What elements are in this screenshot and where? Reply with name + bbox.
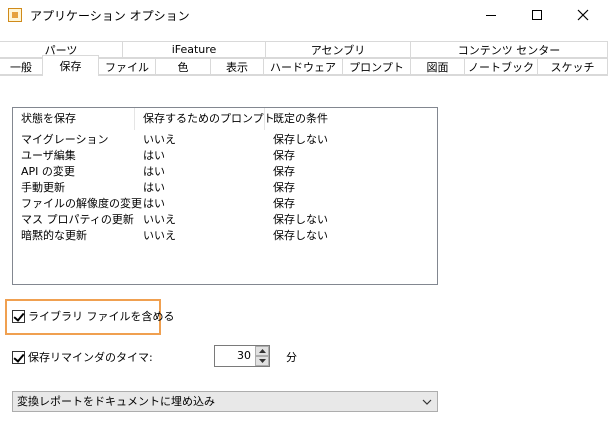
reminder-minutes-spinner[interactable]: 30 xyxy=(214,345,270,367)
cell-prompt: はい xyxy=(143,197,165,210)
cell-state: マイグレーション xyxy=(21,133,109,146)
tab-colors[interactable]: 色 xyxy=(155,58,211,75)
tab-content-center[interactable]: コンテンツ センター xyxy=(410,41,608,58)
tab-prompts[interactable]: プロンプト xyxy=(342,58,411,75)
column-header-state[interactable]: 状態を保存 xyxy=(13,108,135,130)
tab-label: ノートブック xyxy=(468,60,534,74)
minutes-unit-label: 分 xyxy=(286,351,297,364)
include-library-checkbox[interactable]: ライブラリ ファイルを含める xyxy=(12,308,175,324)
chevron-down-icon xyxy=(422,399,432,405)
tab-label: 保存 xyxy=(59,60,82,73)
include-library-label: ライブラリ ファイルを含める xyxy=(28,310,175,323)
window-title: アプリケーション オプション xyxy=(30,9,190,23)
tab-drawing[interactable]: 図面 xyxy=(410,58,465,75)
cell-state: API の変更 xyxy=(21,165,75,178)
maximize-icon xyxy=(532,10,542,20)
tab-label: 図面 xyxy=(426,60,449,74)
cell-default: 保存 xyxy=(273,181,295,194)
minimize-button[interactable] xyxy=(468,0,514,30)
tab-hardware[interactable]: ハードウェア xyxy=(263,58,343,75)
conversion-report-dropdown[interactable]: 変換レポートをドキュメントに埋め込み xyxy=(12,391,438,412)
cell-prompt: いいえ xyxy=(143,133,176,146)
checkbox-checked-icon[interactable] xyxy=(12,309,25,323)
cell-prompt: はい xyxy=(143,165,165,178)
tab-ifeature[interactable]: iFeature xyxy=(122,41,266,58)
cell-state: 暗黙的な更新 xyxy=(21,229,87,242)
spinner-up-button[interactable] xyxy=(255,346,269,356)
list-row[interactable]: API の変更 はい 保存 xyxy=(13,164,437,180)
tab-assembly[interactable]: アセンブリ xyxy=(265,41,411,58)
cell-state: 手動更新 xyxy=(21,181,65,194)
spinner-down-button[interactable] xyxy=(255,356,269,366)
dropdown-selected-value: 変換レポートをドキュメントに埋め込み xyxy=(17,395,215,408)
cell-prompt: はい xyxy=(143,181,165,194)
cell-prompt: いいえ xyxy=(143,213,176,226)
list-row[interactable]: 暗黙的な更新 いいえ 保存しない xyxy=(13,228,437,244)
close-button[interactable] xyxy=(560,0,606,30)
minimize-icon xyxy=(486,14,496,16)
cell-prompt: いいえ xyxy=(143,229,176,242)
reminder-minutes-value[interactable]: 30 xyxy=(215,346,253,366)
maximize-button[interactable] xyxy=(514,0,560,30)
list-row[interactable]: ファイルの解像度の変更 はい 保存 xyxy=(13,196,437,212)
cell-default: 保存 xyxy=(273,165,295,178)
tab-sketch[interactable]: スケッチ xyxy=(537,58,608,75)
app-icon xyxy=(8,8,22,22)
tab-label: 色 xyxy=(177,60,189,74)
title-bar: アプリケーション オプション xyxy=(0,0,608,30)
tab-label: ハードウェア xyxy=(270,60,336,74)
tab-save[interactable]: 保存 xyxy=(42,55,99,76)
tab-label: スケッチ xyxy=(550,60,595,74)
list-row[interactable]: マス プロパティの更新 いいえ 保存しない xyxy=(13,212,437,228)
cell-prompt: はい xyxy=(143,149,165,162)
tab-general[interactable]: 一般 xyxy=(0,58,43,75)
cell-default: 保存しない xyxy=(273,133,328,146)
list-header: 状態を保存 保存するためのプロンプト 既定の条件 xyxy=(13,108,437,130)
tab-label: アセンブリ xyxy=(310,43,366,57)
tab-label: プロンプト xyxy=(349,60,404,74)
tab-label: 表示 xyxy=(226,60,248,74)
tab-label: コンテンツ センター xyxy=(457,43,561,57)
tab-label: 一般 xyxy=(10,60,32,74)
cell-state: ファイルの解像度の変更 xyxy=(21,197,142,210)
cell-default: 保存 xyxy=(273,197,295,210)
save-reminder-label: 保存リマインダのタイマ: xyxy=(28,351,153,364)
cell-default: 保存 xyxy=(273,149,295,162)
cell-state: ユーザ編集 xyxy=(21,149,76,162)
checkbox-checked-icon[interactable] xyxy=(12,350,25,364)
list-row[interactable]: マイグレーション いいえ 保存しない xyxy=(13,132,437,148)
tab-file[interactable]: ファイル xyxy=(98,58,156,75)
tab-display[interactable]: 表示 xyxy=(210,58,264,75)
arrow-down-icon xyxy=(258,359,266,363)
cell-default: 保存しない xyxy=(273,229,328,242)
column-header-default[interactable]: 既定の条件 xyxy=(265,108,437,130)
tab-label: iFeature xyxy=(171,43,217,56)
save-reminder-checkbox[interactable]: 保存リマインダのタイマ: xyxy=(12,349,153,365)
cell-state: マス プロパティの更新 xyxy=(21,213,134,226)
save-state-list[interactable]: 状態を保存 保存するためのプロンプト 既定の条件 マイグレーション いいえ 保存… xyxy=(12,107,438,285)
close-icon xyxy=(577,9,589,21)
tab-notebook[interactable]: ノートブック xyxy=(464,58,538,75)
tab-label: ファイル xyxy=(105,60,149,74)
cell-default: 保存しない xyxy=(273,213,328,226)
arrow-up-icon xyxy=(258,349,266,353)
column-header-prompt[interactable]: 保存するためのプロンプト xyxy=(135,108,275,130)
list-row[interactable]: 手動更新 はい 保存 xyxy=(13,180,437,196)
list-row[interactable]: ユーザ編集 はい 保存 xyxy=(13,148,437,164)
